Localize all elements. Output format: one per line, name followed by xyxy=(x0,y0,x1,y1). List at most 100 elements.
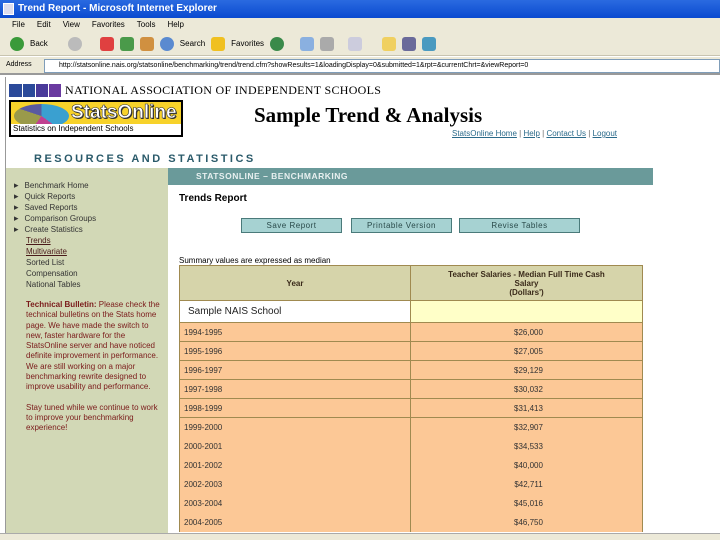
address-input[interactable]: http://statsonline.nais.org/statsonline/… xyxy=(44,59,720,73)
revise-tables-button[interactable]: Revise Tables xyxy=(459,218,580,233)
table-row: 1996-1997 $29,129 xyxy=(179,360,643,380)
edit-icon[interactable] xyxy=(348,36,363,51)
address-bar: Address http://statsonline.nais.org/stats… xyxy=(0,57,720,75)
menu-favorites[interactable]: Favorites xyxy=(92,20,125,29)
status-bar xyxy=(0,533,720,540)
nav-multivariate[interactable]: Multivariate xyxy=(26,247,67,256)
link-logout[interactable]: Logout xyxy=(593,129,617,138)
salary-cell: $26,000 xyxy=(410,322,643,342)
window-title: Trend Report - Microsoft Internet Explor… xyxy=(18,3,217,14)
menu-edit[interactable]: Edit xyxy=(37,20,51,29)
nav-national-tables[interactable]: National Tables xyxy=(14,279,168,290)
salary-cell: $34,533 xyxy=(410,436,643,456)
salary-cell: $46,750 xyxy=(410,512,643,532)
web-page: NATIONAL ASSOCIATION OF INDEPENDENT SCHO… xyxy=(5,77,720,538)
search-icon[interactable] xyxy=(159,36,174,51)
year-cell: 2003-2004 xyxy=(179,493,411,513)
notes-icon[interactable] xyxy=(382,36,397,51)
mail-icon[interactable] xyxy=(300,36,315,51)
printable-version-button[interactable]: Printable Version xyxy=(351,218,452,233)
research-icon[interactable] xyxy=(402,36,417,51)
menu-help[interactable]: Help xyxy=(167,20,183,29)
nav-comparison-groups[interactable]: Comparison Groups xyxy=(14,213,168,224)
year-cell: 2001-2002 xyxy=(179,455,411,475)
table-row: 1995-1996 $27,005 xyxy=(179,341,643,361)
save-report-button[interactable]: Save Report xyxy=(241,218,342,233)
table-row: 1997-1998 $30,032 xyxy=(179,379,643,399)
col-salary: Teacher Salaries - Median Full Time Cash… xyxy=(410,265,643,301)
year-cell: 1998-1999 xyxy=(179,398,411,418)
col-salary-line1: Teacher Salaries - Median Full Time Cash xyxy=(448,269,605,279)
school-name: Sample NAIS School xyxy=(179,300,411,323)
favorites-star-icon[interactable] xyxy=(211,36,226,51)
nav-sorted-list[interactable]: Sorted List xyxy=(14,257,168,268)
logo-name: StatsOnline xyxy=(71,102,177,124)
print-icon[interactable] xyxy=(320,36,335,51)
menu-bar: File Edit View Favorites Tools Help xyxy=(0,18,720,32)
ie-page-icon xyxy=(3,3,14,15)
logo-subtitle: Statistics on Independent Schools xyxy=(11,124,181,135)
toolbar: Back Search Favorites xyxy=(0,32,720,56)
favorites-button[interactable]: Favorites xyxy=(231,39,264,48)
year-cell: 2004-2005 xyxy=(179,512,411,532)
menu-file[interactable]: File xyxy=(12,20,25,29)
nav-quick-reports[interactable]: Quick Reports xyxy=(14,191,168,202)
sidebar: Benchmark Home Quick Reports Saved Repor… xyxy=(6,168,168,538)
forward-icon[interactable] xyxy=(67,36,82,51)
address-label: Address xyxy=(6,61,32,68)
year-cell: 1995-1996 xyxy=(179,341,411,361)
col-year: Year xyxy=(179,265,411,301)
refresh-icon[interactable] xyxy=(119,36,134,51)
benchmarking-bar: STATSONLINE – BENCHMARKING xyxy=(168,168,653,185)
table-row: 2002-2003 $42,711 xyxy=(179,474,643,494)
salary-cell: $45,016 xyxy=(410,493,643,513)
table-row: 1999-2000 $32,907 xyxy=(179,417,643,437)
school-row: Sample NAIS School xyxy=(179,300,643,323)
salary-cell: $32,907 xyxy=(410,417,643,437)
report-title: Trends Report xyxy=(179,193,247,204)
col-salary-line3: (Dollars') xyxy=(509,287,544,297)
year-cell: 1997-1998 xyxy=(179,379,411,399)
nav-trends[interactable]: Trends xyxy=(26,236,51,245)
menu-view[interactable]: View xyxy=(63,20,80,29)
stop-icon[interactable] xyxy=(99,36,114,51)
salary-cell: $30,032 xyxy=(410,379,643,399)
year-cell: 1994-1995 xyxy=(179,322,411,342)
bulletin-title: Technical Bulletin: xyxy=(26,300,97,309)
section-heading: RESOURCES AND STATISTICS xyxy=(34,153,256,165)
link-help[interactable]: Help xyxy=(523,129,539,138)
salary-cell: $29,129 xyxy=(410,360,643,380)
salary-cell: $40,000 xyxy=(410,455,643,475)
col-salary-line2: Salary xyxy=(514,278,539,288)
nais-logo[interactable]: NATIONAL ASSOCIATION OF INDEPENDENT SCHO… xyxy=(9,83,381,98)
nav-create-statistics[interactable]: Create Statistics xyxy=(14,224,168,235)
back-button[interactable]: Back xyxy=(30,39,48,48)
home-icon[interactable] xyxy=(139,36,154,51)
table-row: 2004-2005 $46,750 xyxy=(179,512,643,532)
year-cell: 2002-2003 xyxy=(179,474,411,494)
table-row: 1994-1995 $26,000 xyxy=(179,322,643,342)
year-cell: 1999-2000 xyxy=(179,417,411,437)
link-contact-us[interactable]: Contact Us xyxy=(546,129,586,138)
messenger-icon[interactable] xyxy=(422,36,437,51)
table-row: 2000-2001 $34,533 xyxy=(179,436,643,456)
salary-cell: $27,005 xyxy=(410,341,643,361)
back-icon[interactable] xyxy=(10,36,24,51)
school-value xyxy=(410,300,643,323)
bulletin-more: Stay tuned while we continue to work to … xyxy=(26,402,158,433)
salary-cell: $31,413 xyxy=(410,398,643,418)
summary-note: Summary values are expressed as median xyxy=(179,256,331,265)
statsonline-logo[interactable]: StatsOnline Statistics on Independent Sch… xyxy=(9,100,183,137)
table-row: 2001-2002 $40,000 xyxy=(179,455,643,475)
history-icon[interactable] xyxy=(270,36,285,51)
table-row: 2003-2004 $45,016 xyxy=(179,493,643,513)
top-links: StatsOnline Home | Help | Contact Us | L… xyxy=(452,129,618,138)
org-name: NATIONAL ASSOCIATION OF INDEPENDENT SCHO… xyxy=(65,83,382,97)
nav-benchmark-home[interactable]: Benchmark Home xyxy=(14,180,168,191)
search-button[interactable]: Search xyxy=(180,39,205,48)
nav-saved-reports[interactable]: Saved Reports xyxy=(14,202,168,213)
nav-compensation[interactable]: Compensation xyxy=(14,268,168,279)
menu-tools[interactable]: Tools xyxy=(137,20,156,29)
page-headline: Sample Trend & Analysis xyxy=(254,103,483,127)
link-statsonline-home[interactable]: StatsOnline Home xyxy=(452,129,517,138)
